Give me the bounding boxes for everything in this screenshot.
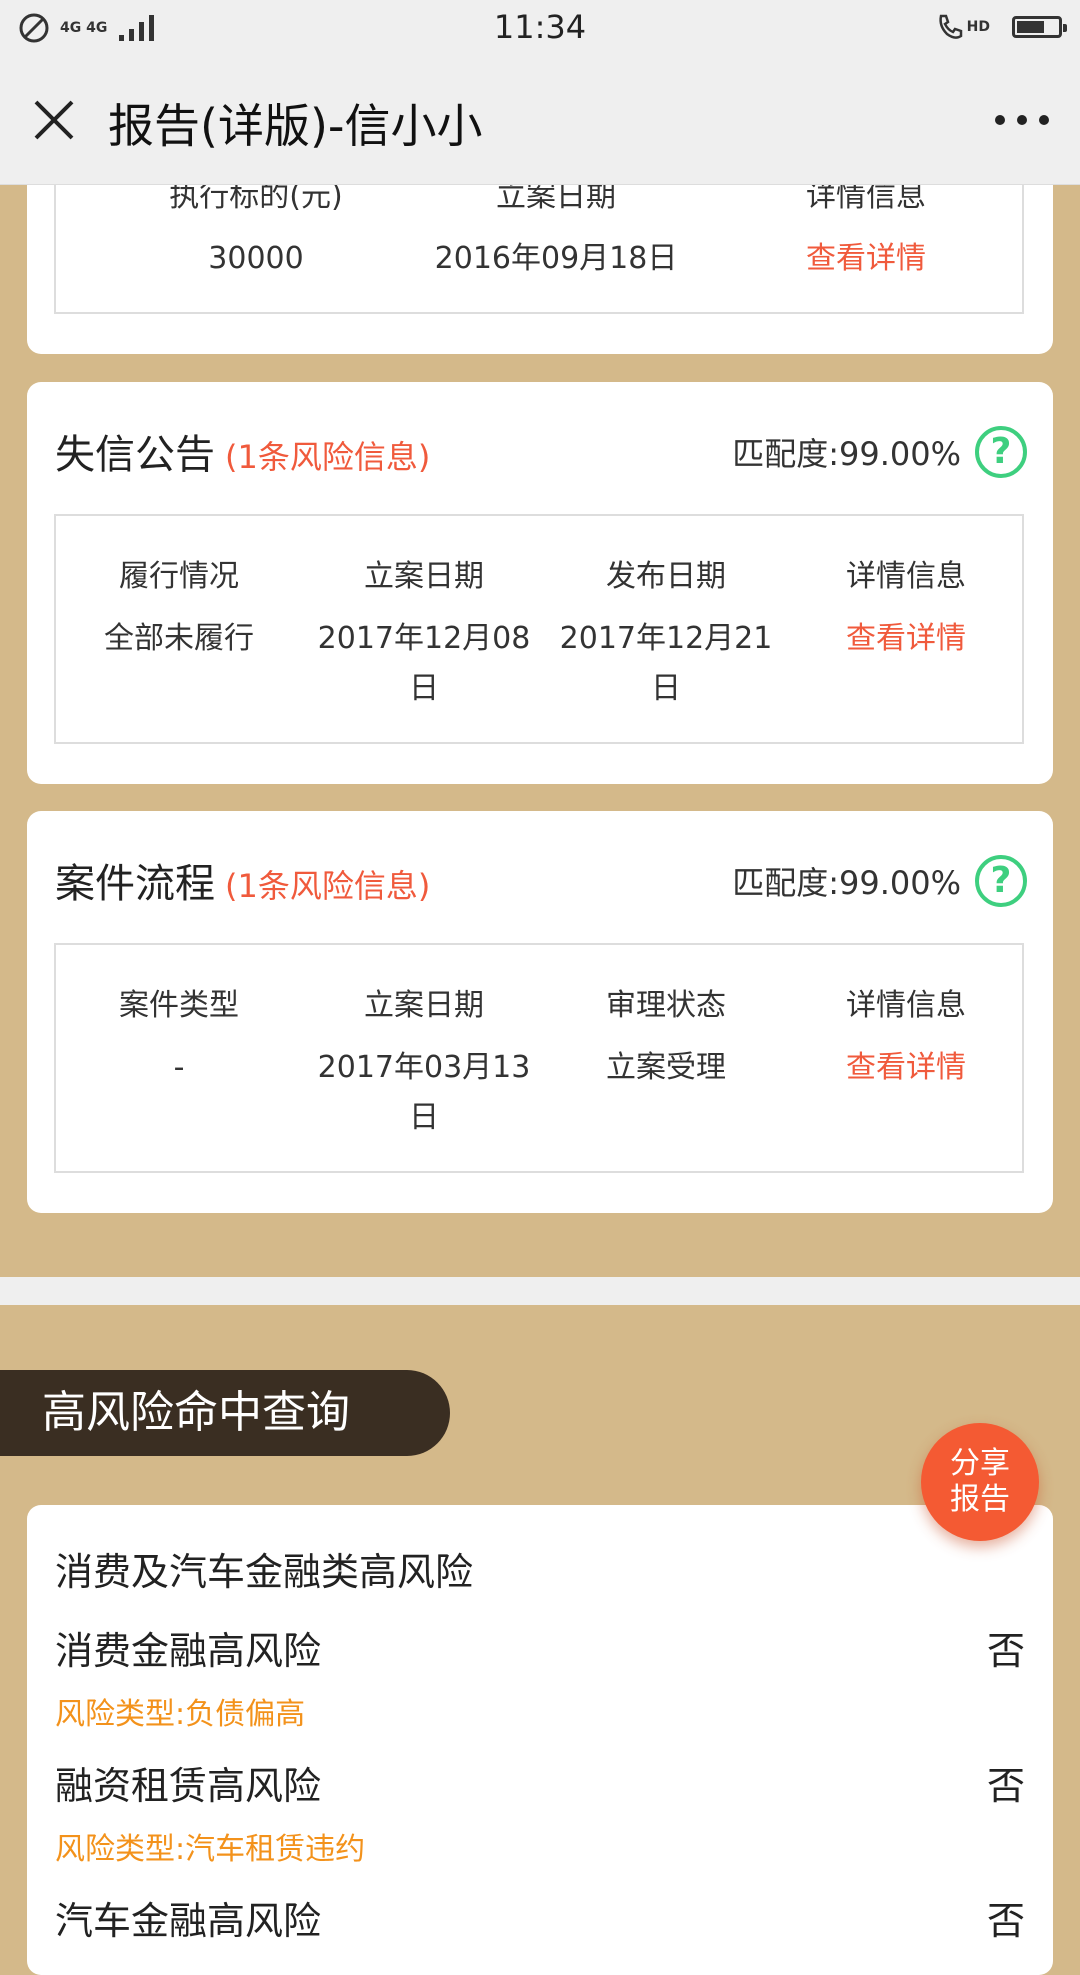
- share-report-button[interactable]: 分享 报告: [921, 1423, 1039, 1541]
- case-match-text: 匹配度:99.00%: [732, 864, 961, 902]
- dishonest-header-published: 发布日期: [606, 559, 726, 594]
- more-icon[interactable]: [992, 108, 1052, 132]
- case-header-detail: 详情信息: [846, 988, 966, 1023]
- risk-item-name: 汽车金融高风险: [55, 1899, 322, 1943]
- status-bar: 4G 4G 11:34 HD: [0, 0, 1080, 56]
- case-title: 案件流程 (1条风险信息): [55, 851, 430, 909]
- case-value-type: -: [173, 1050, 185, 1085]
- hd-label: HD: [966, 19, 990, 35]
- share-line-1: 分享: [950, 1446, 1010, 1481]
- risk-item: 融资租赁高风险 风险类型:汽车租赁违约 否: [55, 1755, 1025, 1868]
- status-right: HD: [935, 12, 1067, 42]
- case-view-detail-link[interactable]: 查看详情: [801, 1043, 1011, 1093]
- phone-icon: [939, 14, 962, 39]
- help-icon[interactable]: ?: [975, 426, 1027, 478]
- case-table: 案件类型 - 立案日期 2017年03月13日 审理状态 立案受理 详情信息 查…: [54, 943, 1024, 1173]
- dishonest-col-detail: 详情信息 查看详情: [801, 552, 1011, 664]
- case-col-type: 案件类型 -: [74, 981, 284, 1093]
- dishonest-view-detail-link[interactable]: 查看详情: [801, 614, 1011, 664]
- dishonest-card: 失信公告 (1条风险信息) 匹配度:99.00% ? 履行情况 全部未履行 立案日…: [27, 382, 1053, 784]
- risk-item-answer: 否: [986, 1899, 1025, 1943]
- dishonest-header-filed: 立案日期: [364, 559, 484, 594]
- share-line-2: 报告: [950, 1482, 1010, 1517]
- exec-value-amount: 30000: [208, 241, 304, 276]
- help-icon[interactable]: ?: [975, 855, 1027, 907]
- hd-call: HD: [935, 12, 990, 42]
- dishonest-col-status: 履行情况 全部未履行: [74, 552, 284, 664]
- dishonest-match-text: 匹配度:99.00%: [732, 435, 961, 473]
- dishonest-col-published: 发布日期 2017年12月21日: [556, 552, 776, 714]
- case-col-status: 审理状态 立案受理: [556, 981, 776, 1093]
- case-value-filed: 2017年03月13日: [317, 1050, 531, 1135]
- close-icon[interactable]: [32, 98, 76, 142]
- dishonest-match: 匹配度:99.00% ?: [732, 426, 1027, 478]
- case-card: 案件流程 (1条风险信息) 匹配度:99.00% ? 案件类型 - 立案日期 20…: [27, 811, 1053, 1213]
- page-title: 报告(详版)-信小小: [108, 99, 483, 153]
- dishonest-risk-count: (1条风险信息): [225, 438, 431, 476]
- exec-col-date: 立案日期 2016年09月18日: [431, 172, 681, 284]
- dishonest-col-filed: 立案日期 2017年12月08日: [314, 552, 534, 714]
- exec-col-amount: 执行标的(元) 30000: [146, 172, 366, 284]
- case-match: 匹配度:99.00% ?: [732, 855, 1027, 907]
- dishonest-header-status: 履行情况: [119, 559, 239, 594]
- dishonest-value-filed: 2017年12月08日: [317, 621, 531, 706]
- case-col-filed: 立案日期 2017年03月13日: [314, 981, 534, 1143]
- dishonest-value-status: 全部未履行: [104, 621, 254, 656]
- dishonest-title: 失信公告 (1条风险信息): [55, 422, 430, 480]
- risk-item-name: 消费金融高风险: [55, 1629, 322, 1673]
- section-divider: [0, 1277, 1080, 1305]
- case-risk-count: (1条风险信息): [225, 867, 431, 905]
- dishonest-value-published: 2017年12月21日: [559, 621, 773, 706]
- exec-col-detail: 详情信息 查看详情: [756, 172, 976, 284]
- case-value-status: 立案受理: [606, 1050, 726, 1085]
- risk-item-type: 风险类型:负债偏高: [55, 1697, 306, 1732]
- dishonest-title-text: 失信公告: [55, 432, 215, 478]
- high-risk-section-tag: 高风险命中查询: [0, 1370, 450, 1456]
- exec-view-detail-link[interactable]: 查看详情: [756, 234, 976, 284]
- case-title-text: 案件流程: [55, 861, 215, 907]
- case-header-status: 审理状态: [606, 988, 726, 1023]
- status-time: 11:34: [493, 8, 587, 46]
- case-col-detail: 详情信息 查看详情: [801, 981, 1011, 1093]
- risk-item-answer: 否: [986, 1764, 1025, 1808]
- title-bar: 报告(详版)-信小小: [0, 56, 1080, 185]
- dishonest-table: 履行情况 全部未履行 立案日期 2017年12月08日 发布日期 2017年12…: [54, 514, 1024, 744]
- risk-item-answer: 否: [986, 1629, 1025, 1673]
- risk-category-title: 消费及汽车金融类高风险: [55, 1550, 474, 1594]
- risk-item: 汽车金融高风险 否: [55, 1890, 1025, 1945]
- risk-item-type: 风险类型:汽车租赁违约: [55, 1832, 366, 1867]
- high-risk-card: 消费及汽车金融类高风险 消费金融高风险 风险类型:负债偏高 否 融资租赁高风险 …: [27, 1505, 1053, 1975]
- case-header-filed: 立案日期: [364, 988, 484, 1023]
- risk-item-name: 融资租赁高风险: [55, 1764, 322, 1808]
- risk-item: 消费金融高风险 风险类型:负债偏高 否: [55, 1620, 1025, 1733]
- battery-icon: [1012, 16, 1067, 38]
- case-header-type: 案件类型: [119, 988, 239, 1023]
- exec-value-date: 2016年09月18日: [434, 241, 678, 276]
- dishonest-header-detail: 详情信息: [846, 559, 966, 594]
